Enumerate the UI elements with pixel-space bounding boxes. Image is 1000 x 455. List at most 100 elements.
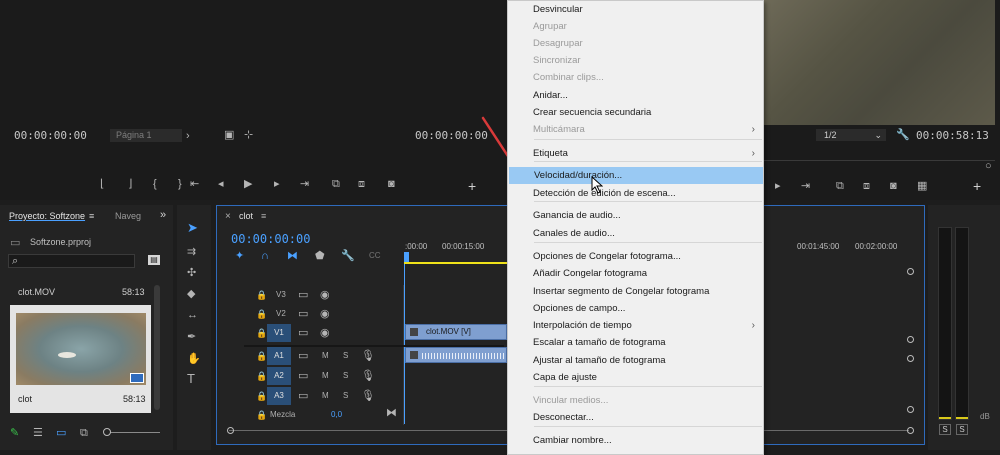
eye-icon[interactable]: ◉ xyxy=(320,289,330,301)
go-to-out-icon[interactable]: ⇥ xyxy=(801,180,810,192)
video-clip[interactable]: clot.MOV [V] xyxy=(405,324,507,340)
timeline-scroll-top-icon[interactable] xyxy=(907,268,914,275)
scrub-end-icon[interactable]: ○ xyxy=(985,160,992,172)
menu-item[interactable]: Crear secuencia secundaria xyxy=(508,104,763,121)
wrench-icon[interactable]: 🔧 xyxy=(341,250,355,262)
timeline-scroll-bottom-icon[interactable] xyxy=(907,406,914,413)
lift-icon[interactable]: ⧉ xyxy=(836,180,844,192)
type-tool-icon[interactable]: T xyxy=(187,372,195,385)
timeline-scroll-mid-icon[interactable] xyxy=(907,336,914,343)
program-scrub-bar[interactable] xyxy=(761,160,995,168)
overwrite-icon[interactable]: ⧈ xyxy=(358,178,365,190)
track-label-v1[interactable]: V1 xyxy=(267,324,291,342)
go-to-out-icon[interactable]: ⇥ xyxy=(300,178,309,190)
mix-jump-icon[interactable]: ⧓ xyxy=(386,407,397,419)
menu-item[interactable]: Ganancia de audio... xyxy=(508,207,763,224)
step-back-icon[interactable]: ◂ xyxy=(218,178,224,190)
menu-item[interactable]: Escalar a tamaño de fotograma xyxy=(508,334,763,351)
eye-icon[interactable]: ◉ xyxy=(320,327,330,339)
sync-lock-icon[interactable]: ▭ xyxy=(298,289,308,301)
lock-icon[interactable]: 🔒 xyxy=(256,308,267,320)
lock-icon[interactable]: 🔒 xyxy=(256,390,267,402)
solo-left-button[interactable]: S xyxy=(939,424,951,435)
marker-icon[interactable]: ⬟ xyxy=(315,250,325,262)
brace-out-icon[interactable]: } xyxy=(178,178,182,190)
razor-tool-icon[interactable]: ◆ xyxy=(187,288,195,300)
mark-out-icon[interactable]: ⌋ xyxy=(128,178,132,190)
menu-item[interactable]: Velocidad/duración... xyxy=(509,167,763,184)
nest-icon[interactable]: ✦ xyxy=(235,250,244,262)
clip-thumbnail[interactable]: clot 58:13 xyxy=(10,305,151,413)
menu-item[interactable]: Detección de edición de escena... xyxy=(508,185,763,202)
project-search-input[interactable] xyxy=(8,254,135,268)
solo-button[interactable]: S xyxy=(343,391,348,400)
timeline-scroll-low-icon[interactable] xyxy=(907,355,914,362)
solo-right-button[interactable]: S xyxy=(956,424,968,435)
step-forward-icon[interactable]: ▸ xyxy=(775,180,781,192)
compare-icon[interactable]: ▦ xyxy=(917,180,927,192)
lock-icon[interactable]: 🔒 xyxy=(256,327,267,339)
ripple-edit-tool-icon[interactable]: ✣ xyxy=(187,267,196,279)
page-select[interactable]: Página 1 xyxy=(110,129,182,142)
horizontal-scroll-right-icon[interactable] xyxy=(907,427,914,434)
microphone-icon[interactable]: 🎙 xyxy=(361,350,375,362)
track-label-a3[interactable]: A3 xyxy=(267,387,291,405)
menu-item[interactable]: Cambiar nombre... xyxy=(508,432,763,449)
microphone-icon[interactable]: 🎙 xyxy=(361,370,375,382)
sequence-tab[interactable]: clot xyxy=(239,211,253,221)
menu-item[interactable]: Capa de ajuste xyxy=(508,369,763,386)
menu-item[interactable]: Anidar... xyxy=(508,87,763,104)
menu-item[interactable]: Desconectar... xyxy=(508,409,763,426)
audio-clip[interactable] xyxy=(405,347,507,363)
sync-lock-icon[interactable]: ▭ xyxy=(298,327,308,339)
work-area-bar[interactable] xyxy=(404,262,508,264)
zoom-slider-handle[interactable] xyxy=(103,428,111,436)
sync-lock-icon[interactable]: ▭ xyxy=(298,308,308,320)
solo-button[interactable]: S xyxy=(343,351,348,360)
sync-lock-icon[interactable]: ▭ xyxy=(298,390,308,402)
mark-in-icon[interactable]: ⌊ xyxy=(100,178,104,190)
linked-selection-icon[interactable]: ⧓ xyxy=(287,250,298,262)
step-forward-icon[interactable]: ▸ xyxy=(274,178,280,190)
lock-icon[interactable]: 🔒 xyxy=(256,370,267,382)
export-frame-icon[interactable]: ▣ xyxy=(224,129,234,141)
menu-item[interactable]: Insertar segmento de Congelar fotograma xyxy=(508,283,763,300)
menu-item[interactable]: Canales de audio... xyxy=(508,225,763,242)
menu-item[interactable]: Añadir Congelar fotograma xyxy=(508,265,763,282)
mute-button[interactable]: M xyxy=(322,351,329,360)
extract-icon[interactable]: ⧈ xyxy=(863,180,870,192)
icon-view-icon[interactable]: ▭ xyxy=(56,427,66,439)
track-label-a2[interactable]: A2 xyxy=(267,367,291,385)
pen-tool-icon[interactable]: ✒ xyxy=(187,331,196,343)
mute-button[interactable]: M xyxy=(322,371,329,380)
project-scrollbar[interactable] xyxy=(154,285,160,410)
zoom-select[interactable]: 1/2 ⌄ xyxy=(816,129,886,141)
go-to-in-icon[interactable]: ⇤ xyxy=(190,178,199,190)
sync-lock-icon[interactable]: ▭ xyxy=(298,370,308,382)
snap-icon[interactable]: ∩ xyxy=(261,250,269,262)
camera-icon[interactable]: ◙ xyxy=(388,178,395,190)
pencil-icon[interactable]: ✎ xyxy=(10,427,19,439)
track-select-tool-icon[interactable]: ⇉ xyxy=(187,246,196,258)
new-bin-icon[interactable]: ▤ xyxy=(148,255,160,265)
selection-tool-icon[interactable]: ➤ xyxy=(187,221,198,234)
wrench-icon[interactable]: 🔧 xyxy=(896,129,910,141)
menu-item[interactable]: Desvincular xyxy=(508,1,763,18)
zoom-slider[interactable] xyxy=(104,432,160,433)
menu-item[interactable]: Interpolación de tiempo › xyxy=(508,317,763,334)
insert-icon[interactable]: ⧉ xyxy=(332,178,340,190)
play-icon[interactable]: ▶ xyxy=(244,178,252,190)
add-button-icon[interactable]: + xyxy=(973,179,981,193)
menu-item[interactable]: Opciones de campo... xyxy=(508,300,763,317)
add-button-icon[interactable]: + xyxy=(468,179,476,193)
more-tabs-icon[interactable]: » xyxy=(160,209,166,221)
lock-icon[interactable]: 🔒 xyxy=(256,350,267,362)
menu-item[interactable]: Ajustar al tamaño de fotograma xyxy=(508,352,763,369)
project-menu-icon[interactable]: ≡ xyxy=(89,211,94,221)
freeform-view-icon[interactable]: ⧉ xyxy=(80,427,88,439)
solo-button[interactable]: S xyxy=(343,371,348,380)
playhead-marker[interactable] xyxy=(404,252,409,262)
hand-tool-icon[interactable]: ✋ xyxy=(187,353,201,365)
menu-item[interactable]: Etiqueta › xyxy=(508,145,763,162)
sequence-menu-icon[interactable]: ≡ xyxy=(261,211,266,221)
